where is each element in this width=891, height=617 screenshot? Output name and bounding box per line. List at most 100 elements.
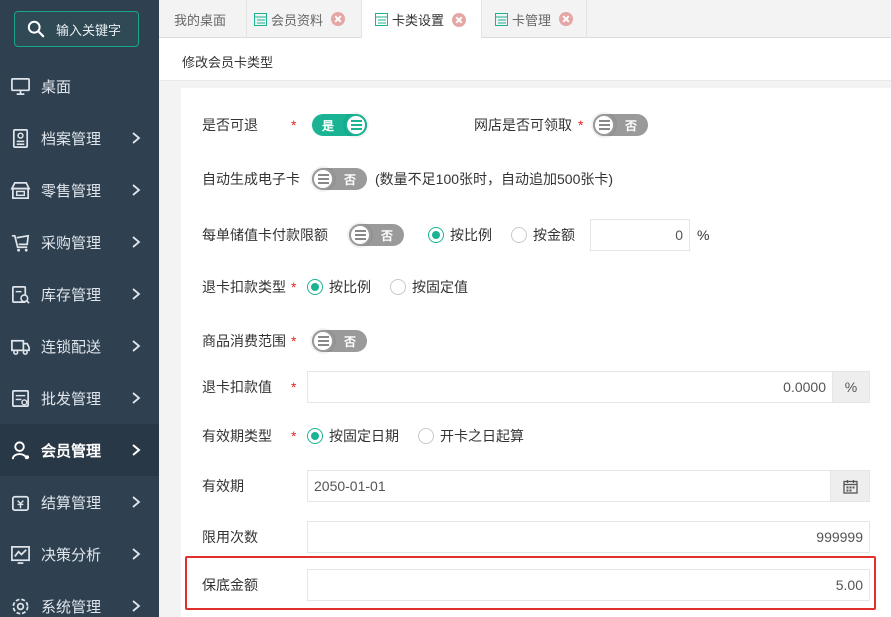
refund-deduct-value-input[interactable]: 0.0000 [307, 371, 833, 403]
table-icon [375, 13, 388, 26]
sidebar-item-system[interactable]: 系统管理 [0, 580, 159, 617]
monitor-icon [9, 75, 31, 97]
stored-limit-input[interactable]: 0 [590, 219, 690, 251]
sidebar-item-label: 档案管理 [41, 130, 102, 148]
toggle-knob [312, 168, 334, 190]
chevron-right-icon [132, 132, 141, 144]
tab-label: 会员资料 [271, 12, 324, 28]
search-placeholder: 输入关键字 [56, 22, 122, 38]
tab-card-settings[interactable]: 卡类设置 [362, 0, 482, 39]
sidebar-item-purchase[interactable]: 采购管理 [0, 216, 159, 268]
chevron-right-icon [132, 444, 141, 456]
row-refundable: 是否可退 * 是 网店是否可领取 * 否 [181, 108, 891, 142]
stored-limit-ratio-radio[interactable]: 按比例 [428, 225, 492, 245]
refund-ratio-radio[interactable]: 按比例 [307, 277, 371, 297]
close-icon[interactable] [559, 12, 574, 26]
stored-limit-label: 每单储值卡付款限额 [202, 227, 328, 243]
sidebar-item-wholesale[interactable]: 批发管理 [0, 372, 159, 424]
wholesale-icon [9, 387, 31, 409]
radio-label: 按固定日期 [329, 428, 399, 444]
consume-scope-label: 商品消费范围 [202, 333, 286, 349]
sidebar-item-label: 库存管理 [41, 286, 102, 304]
usage-limit-label: 限用次数 [202, 529, 258, 545]
refund-deduct-value-label: 退卡扣款值 [202, 379, 272, 395]
inventory-icon [9, 283, 31, 305]
sidebar-item-label: 决策分析 [41, 546, 102, 564]
row-stored-limit: 每单储值卡付款限额 否 按比例 按金额 0 % [181, 218, 891, 252]
search-input[interactable]: 输入关键字 [14, 11, 139, 47]
sidebar-item-archive[interactable]: 档案管理 [0, 112, 159, 164]
toggle-knob [349, 224, 371, 246]
toggle-knob [312, 330, 334, 352]
tab-member-info[interactable]: 会员资料 [247, 0, 362, 38]
sidebar-item-settlement[interactable]: 结算管理 [0, 476, 159, 528]
required-mark: * [291, 428, 297, 444]
card-type-form: 是否可退 * 是 网店是否可领取 * 否 自动生成电子卡 否 (数量不足100张… [181, 88, 891, 617]
required-mark: * [291, 279, 297, 295]
refund-fixed-radio[interactable]: 按固定值 [390, 277, 468, 297]
validity-fixed-date-radio[interactable]: 按固定日期 [307, 426, 399, 446]
sidebar-item-label: 采购管理 [41, 234, 102, 252]
toggle-knob [345, 114, 367, 136]
truck-icon [9, 335, 31, 357]
required-mark: * [291, 379, 297, 395]
validity-date-input[interactable]: 2050-01-01 [307, 470, 831, 502]
required-mark: * [291, 333, 297, 349]
validity-from-open-radio[interactable]: 开卡之日起算 [418, 426, 524, 446]
row-validity: 有效期 2050-01-01 [181, 469, 891, 503]
sidebar-item-label: 批发管理 [41, 390, 102, 408]
archive-icon [9, 127, 31, 149]
main-content: 修改会员卡类型 是否可退 * 是 网店是否可领取 * 否 自动生成电子卡 否 (… [159, 38, 891, 617]
settings-icon [9, 595, 31, 617]
settlement-icon [9, 491, 31, 513]
sidebar-item-label: 会员管理 [41, 442, 102, 460]
stored-limit-amount-radio[interactable]: 按金额 [511, 225, 575, 245]
auto-generate-toggle[interactable]: 否 [312, 168, 367, 190]
row-consume-scope: 商品消费范围 * 否 [181, 324, 891, 358]
toggle-text: 是 [322, 118, 335, 133]
sidebar-item-analysis[interactable]: 决策分析 [0, 528, 159, 580]
sidebar-item-label: 系统管理 [41, 598, 102, 616]
radio-label: 按固定值 [412, 279, 468, 295]
usage-limit-input[interactable]: 999999 [307, 521, 870, 553]
close-icon[interactable] [331, 12, 346, 26]
chevron-right-icon [132, 392, 141, 404]
auto-generate-label: 自动生成电子卡 [202, 171, 300, 187]
tab-label: 卡管理 [512, 12, 552, 28]
radio-label: 按比例 [450, 227, 492, 243]
chevron-right-icon [132, 600, 141, 612]
chevron-right-icon [132, 236, 141, 248]
row-refund-deduct-value: 退卡扣款值 * 0.0000 % [181, 370, 891, 404]
row-validity-type: 有效期类型 * 按固定日期 开卡之日起算 [181, 419, 891, 453]
close-icon[interactable] [452, 12, 467, 27]
radio-dot [511, 227, 527, 243]
required-mark: * [291, 117, 297, 133]
sidebar-item-retail[interactable]: 零售管理 [0, 164, 159, 216]
online-claim-toggle[interactable]: 否 [593, 114, 648, 136]
radio-label: 开卡之日起算 [440, 428, 524, 444]
toggle-text: 否 [624, 118, 637, 133]
stored-limit-toggle[interactable]: 否 [349, 224, 404, 246]
calendar-button[interactable] [830, 470, 870, 502]
chevron-right-icon [132, 184, 141, 196]
highlight-box [185, 556, 876, 610]
online-claim-label: 网店是否可领取 [474, 117, 572, 133]
refundable-toggle[interactable]: 是 [312, 114, 367, 136]
sidebar-item-member[interactable]: 会员管理 [0, 424, 159, 476]
tab-label: 我的桌面 [174, 12, 227, 28]
sidebar-item-inventory[interactable]: 库存管理 [0, 268, 159, 320]
radio-dot [307, 279, 323, 295]
tab-my-desktop[interactable]: 我的桌面 [159, 0, 247, 38]
tab-card-management[interactable]: 卡管理 [482, 0, 587, 38]
sidebar: 输入关键字 桌面 档案管理 零售管理 采购管理 库存管理 连锁配送 批发管理 会… [0, 0, 159, 617]
radio-dot [390, 279, 406, 295]
sidebar-item-label: 连锁配送 [41, 338, 102, 356]
toggle-knob [593, 114, 615, 136]
sidebar-item-desktop[interactable]: 桌面 [0, 60, 159, 112]
toggle-text: 否 [343, 334, 356, 349]
consume-scope-toggle[interactable]: 否 [312, 330, 367, 352]
sidebar-item-delivery[interactable]: 连锁配送 [0, 320, 159, 372]
validity-type-label: 有效期类型 [202, 428, 272, 444]
calendar-icon [842, 479, 858, 494]
chevron-right-icon [132, 548, 141, 560]
